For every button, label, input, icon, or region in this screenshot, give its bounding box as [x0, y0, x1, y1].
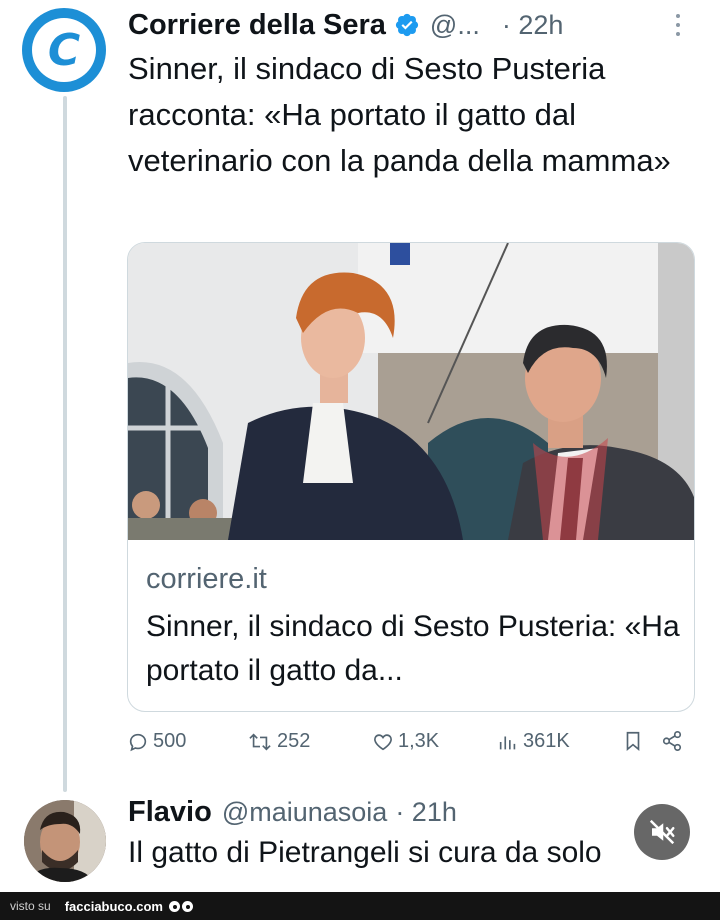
- reply-icon: [129, 733, 147, 751]
- card-title[interactable]: Sinner, il sindaco di Sesto Pusteria: «H…: [146, 605, 686, 693]
- share-button[interactable]: [661, 730, 687, 752]
- mute-button[interactable]: [634, 804, 690, 860]
- retweet-button[interactable]: 252: [247, 730, 310, 753]
- speaker-muted-icon: [649, 819, 675, 845]
- reply-count: 500: [153, 730, 187, 752]
- footer-site[interactable]: facciabuco.com: [65, 899, 163, 914]
- like-button[interactable]: 1,3K: [372, 730, 439, 753]
- tweet-time[interactable]: · 22h: [502, 10, 564, 41]
- verified-badge-icon: [395, 13, 419, 37]
- author-avatar[interactable]: C: [22, 8, 106, 92]
- reply-button[interactable]: 500: [127, 730, 186, 753]
- card-image: [128, 243, 694, 540]
- author-name[interactable]: Corriere della Sera: [128, 9, 386, 42]
- author-handle[interactable]: @...: [430, 10, 480, 41]
- more-options-icon[interactable]: [676, 14, 684, 41]
- reply-time[interactable]: · 21h: [395, 797, 457, 828]
- reply-author-name[interactable]: Flavio: [128, 796, 212, 829]
- retweet-icon: [249, 732, 271, 751]
- eyes-logo-icon: [168, 900, 195, 912]
- reply-avatar[interactable]: [24, 800, 106, 882]
- share-icon: [662, 731, 682, 751]
- avatar-logo-letter: C: [47, 24, 81, 76]
- views-chart-icon: [499, 736, 516, 749]
- footer-visto-label: visto su: [10, 899, 51, 913]
- views-count: 361K: [523, 730, 570, 752]
- heart-icon: [374, 733, 392, 750]
- bookmark-icon: [626, 731, 640, 752]
- retweet-count: 252: [277, 730, 311, 752]
- reply-avatar-photo: [24, 800, 106, 882]
- reply-text: Il gatto di Pietrangeli si cura da solo: [128, 836, 602, 869]
- thread-line: [63, 96, 67, 792]
- tweet-header: Corriere della Sera @... · 22h: [128, 6, 563, 44]
- bookmark-button[interactable]: [623, 730, 647, 752]
- watermark-footer: visto su facciabuco.com: [0, 892, 720, 920]
- link-card[interactable]: corriere.it Sinner, il sindaco di Sesto …: [127, 242, 695, 712]
- card-photo: [128, 243, 694, 540]
- views-button[interactable]: 361K: [497, 730, 570, 753]
- card-domain[interactable]: corriere.it: [146, 559, 686, 599]
- reply-author-handle[interactable]: @maiunasoia: [222, 797, 388, 828]
- reply-header: Flavio @maiunasoia · 21h: [128, 792, 457, 832]
- tweet-text: Sinner, il sindaco di Sesto Pusteria rac…: [128, 51, 671, 178]
- tweet-actions: 500 252 1,3K 361K: [127, 730, 687, 760]
- like-count: 1,3K: [398, 730, 440, 752]
